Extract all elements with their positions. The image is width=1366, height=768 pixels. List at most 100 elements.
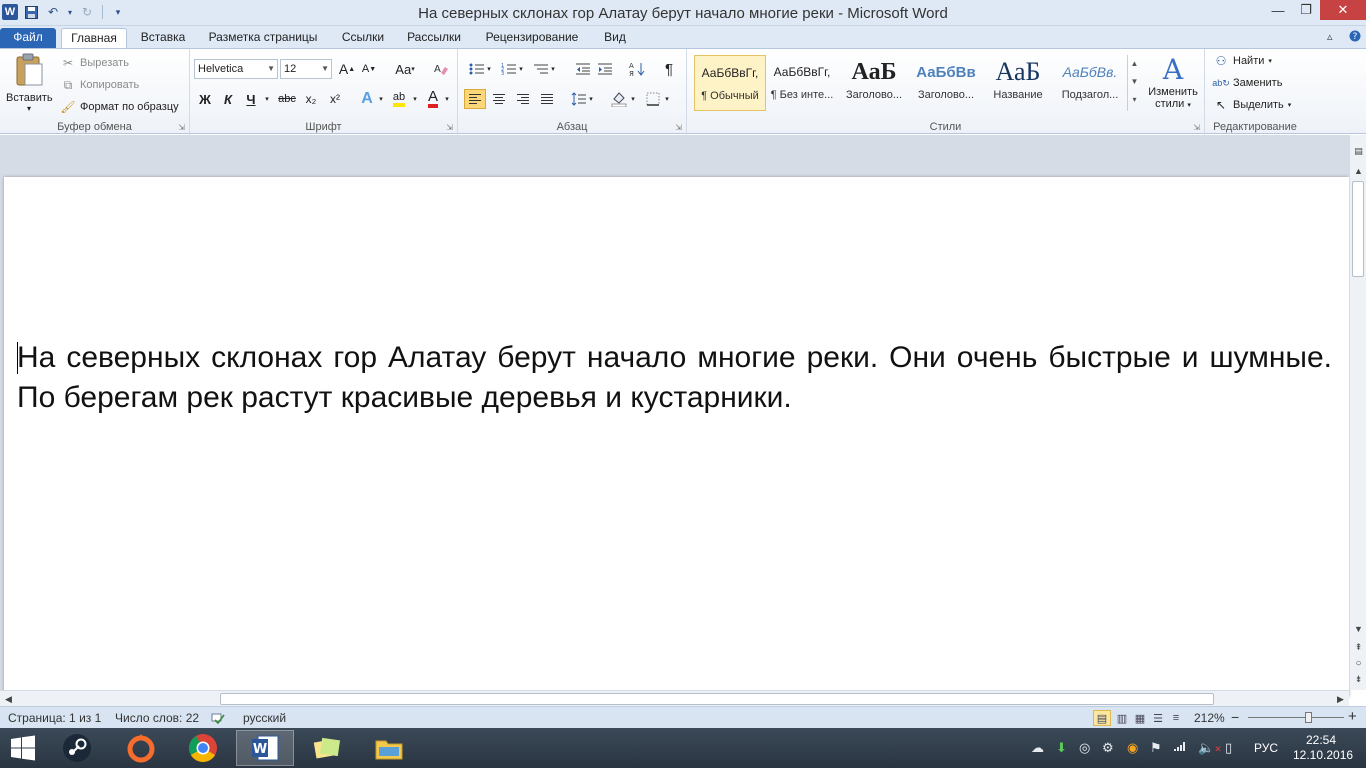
minimize-button[interactable]: —: [1264, 0, 1292, 20]
horizontal-scrollbar[interactable]: ◀ ▶: [0, 690, 1349, 706]
align-left-icon[interactable]: [464, 89, 486, 109]
zoom-in-button[interactable]: +: [1348, 708, 1357, 725]
underline-dropdown-icon[interactable]: ▾: [262, 89, 272, 109]
draft-view-icon[interactable]: ≡: [1167, 710, 1185, 726]
taskbar-sticky-notes[interactable]: [298, 730, 356, 766]
scroll-right-icon[interactable]: ▶: [1332, 691, 1349, 707]
steam-tray-icon[interactable]: ⚙: [1102, 740, 1114, 756]
select-button[interactable]: ↖ Выделить ▾: [1213, 97, 1291, 113]
highlight-dropdown-icon[interactable]: ▾: [410, 89, 420, 109]
paste-button[interactable]: Вставить ▾: [6, 53, 53, 113]
flag-icon[interactable]: ⚑: [1150, 740, 1162, 756]
word-count[interactable]: Число слов: 22: [115, 711, 199, 725]
close-button[interactable]: ✕: [1320, 0, 1366, 20]
download-icon[interactable]: ⬇: [1056, 740, 1067, 756]
bold-button[interactable]: Ж: [194, 89, 216, 109]
vertical-scrollbar[interactable]: ▤ ▲ ▼ ⇞ ○ ⇟: [1349, 135, 1366, 690]
devices-icon[interactable]: ▯: [1225, 740, 1232, 756]
browse-object-icon[interactable]: ○: [1350, 655, 1366, 671]
text-effects-button[interactable]: A: [356, 89, 378, 109]
style-no-spacing[interactable]: АаБбВвГг, ¶ Без инте...: [766, 55, 838, 111]
next-page-icon[interactable]: ⇟: [1350, 671, 1366, 687]
borders-icon[interactable]: [642, 89, 664, 109]
help-icon[interactable]: ?: [1349, 30, 1361, 45]
font-name-combo[interactable]: Helvetica ▼: [194, 59, 278, 79]
shading-icon[interactable]: [608, 89, 630, 109]
style-normal[interactable]: АаБбВвГг, ¶ Обычный: [694, 55, 766, 111]
numbering-dropdown-icon[interactable]: ▾: [516, 59, 526, 79]
find-button[interactable]: ⚇ Найти ▾: [1213, 53, 1272, 69]
clock[interactable]: 22:54 12.10.2016: [1293, 733, 1353, 763]
tab-page-layout[interactable]: Разметка страницы: [204, 28, 322, 48]
vertical-scroll-thumb[interactable]: [1352, 181, 1364, 277]
zoom-out-button[interactable]: −: [1231, 709, 1239, 725]
ruler-toggle-icon[interactable]: ▤: [1350, 143, 1366, 159]
language-indicator[interactable]: русский: [243, 711, 286, 725]
taskbar-explorer[interactable]: [360, 730, 418, 766]
input-language[interactable]: РУС: [1254, 741, 1278, 755]
tab-file[interactable]: Файл: [0, 28, 56, 48]
format-painter-button[interactable]: 🖌 Формат по образцу: [60, 99, 178, 115]
full-screen-reading-icon[interactable]: ▥: [1113, 710, 1131, 726]
styles-more-icon[interactable]: ▾: [1128, 91, 1141, 109]
taskbar-word[interactable]: W: [236, 730, 294, 766]
taskbar-steam[interactable]: [48, 730, 106, 766]
highlight-button[interactable]: ab: [388, 89, 410, 109]
document-page[interactable]: На северных склонах гор Алатау берут нач…: [4, 177, 1349, 697]
scroll-down-icon[interactable]: ▼: [1350, 621, 1366, 637]
zoom-slider-thumb[interactable]: [1305, 712, 1312, 723]
sort-icon[interactable]: AЯ: [626, 59, 648, 79]
font-size-combo[interactable]: 12 ▼: [280, 59, 332, 79]
taskbar-origin[interactable]: [112, 730, 170, 766]
tab-mailings[interactable]: Рассылки: [404, 28, 464, 48]
web-layout-icon[interactable]: ▦: [1131, 710, 1149, 726]
strikethrough-button[interactable]: abc: [276, 89, 298, 109]
tab-insert[interactable]: Вставка: [136, 28, 190, 48]
minimize-ribbon-icon[interactable]: ▵: [1327, 30, 1333, 43]
underline-button[interactable]: Ч: [240, 89, 262, 109]
zoom-slider-track[interactable]: [1248, 717, 1344, 718]
text-effects-dropdown-icon[interactable]: ▾: [376, 89, 386, 109]
paragraph-launcher-icon[interactable]: ⇲: [675, 123, 682, 132]
increase-indent-icon[interactable]: [594, 59, 616, 79]
font-launcher-icon[interactable]: ⇲: [446, 123, 453, 132]
superscript-button[interactable]: x²: [324, 89, 346, 109]
show-marks-button[interactable]: ¶: [658, 59, 680, 79]
page-count[interactable]: Страница: 1 из 1: [8, 711, 101, 725]
shading-dropdown-icon[interactable]: ▾: [628, 89, 638, 109]
origin-tray-icon[interactable]: ◉: [1127, 740, 1138, 756]
style-title[interactable]: АаБ Название: [982, 55, 1054, 111]
bullets-dropdown-icon[interactable]: ▾: [484, 59, 494, 79]
replace-button[interactable]: ab↻ Заменить: [1212, 75, 1282, 91]
tab-home[interactable]: Главная: [61, 28, 127, 48]
tab-review[interactable]: Рецензирование: [480, 28, 584, 48]
scroll-up-icon[interactable]: ▲: [1350, 163, 1366, 179]
volume-muted-icon[interactable]: 🔈✕: [1198, 740, 1222, 756]
justify-icon[interactable]: [536, 89, 558, 109]
zoom-level[interactable]: 212%: [1194, 711, 1225, 725]
taskbar-chrome[interactable]: [174, 730, 232, 766]
horizontal-scroll-thumb[interactable]: [220, 693, 1214, 705]
align-right-icon[interactable]: [512, 89, 534, 109]
align-center-icon[interactable]: [488, 89, 510, 109]
clipboard-launcher-icon[interactable]: ⇲: [178, 123, 185, 132]
multilevel-dropdown-icon[interactable]: ▾: [548, 59, 558, 79]
maximize-button[interactable]: ❐: [1292, 0, 1320, 20]
tab-references[interactable]: Ссылки: [336, 28, 390, 48]
cut-button[interactable]: ✂ Вырезать: [60, 55, 129, 71]
copy-button[interactable]: ⧉ Копировать: [60, 77, 140, 93]
change-case-button[interactable]: Aa ▾: [390, 59, 420, 79]
subscript-button[interactable]: x₂: [300, 89, 322, 109]
change-styles-button[interactable]: A Изменить стили ▾: [1143, 53, 1203, 112]
style-heading-1[interactable]: АаБ Заголово...: [838, 55, 910, 111]
styles-scroll-up-icon[interactable]: ▲: [1128, 55, 1141, 73]
line-spacing-dropdown-icon[interactable]: ▾: [586, 89, 596, 109]
decrease-indent-icon[interactable]: [572, 59, 594, 79]
tab-view[interactable]: Вид: [600, 28, 630, 48]
disc-icon[interactable]: ◎: [1079, 740, 1090, 756]
borders-dropdown-icon[interactable]: ▾: [662, 89, 672, 109]
proofing-icon[interactable]: [210, 711, 226, 728]
styles-scroll-down-icon[interactable]: ▼: [1128, 73, 1141, 91]
outline-view-icon[interactable]: ☰: [1149, 710, 1167, 726]
font-color-dropdown-icon[interactable]: ▾: [442, 89, 452, 109]
